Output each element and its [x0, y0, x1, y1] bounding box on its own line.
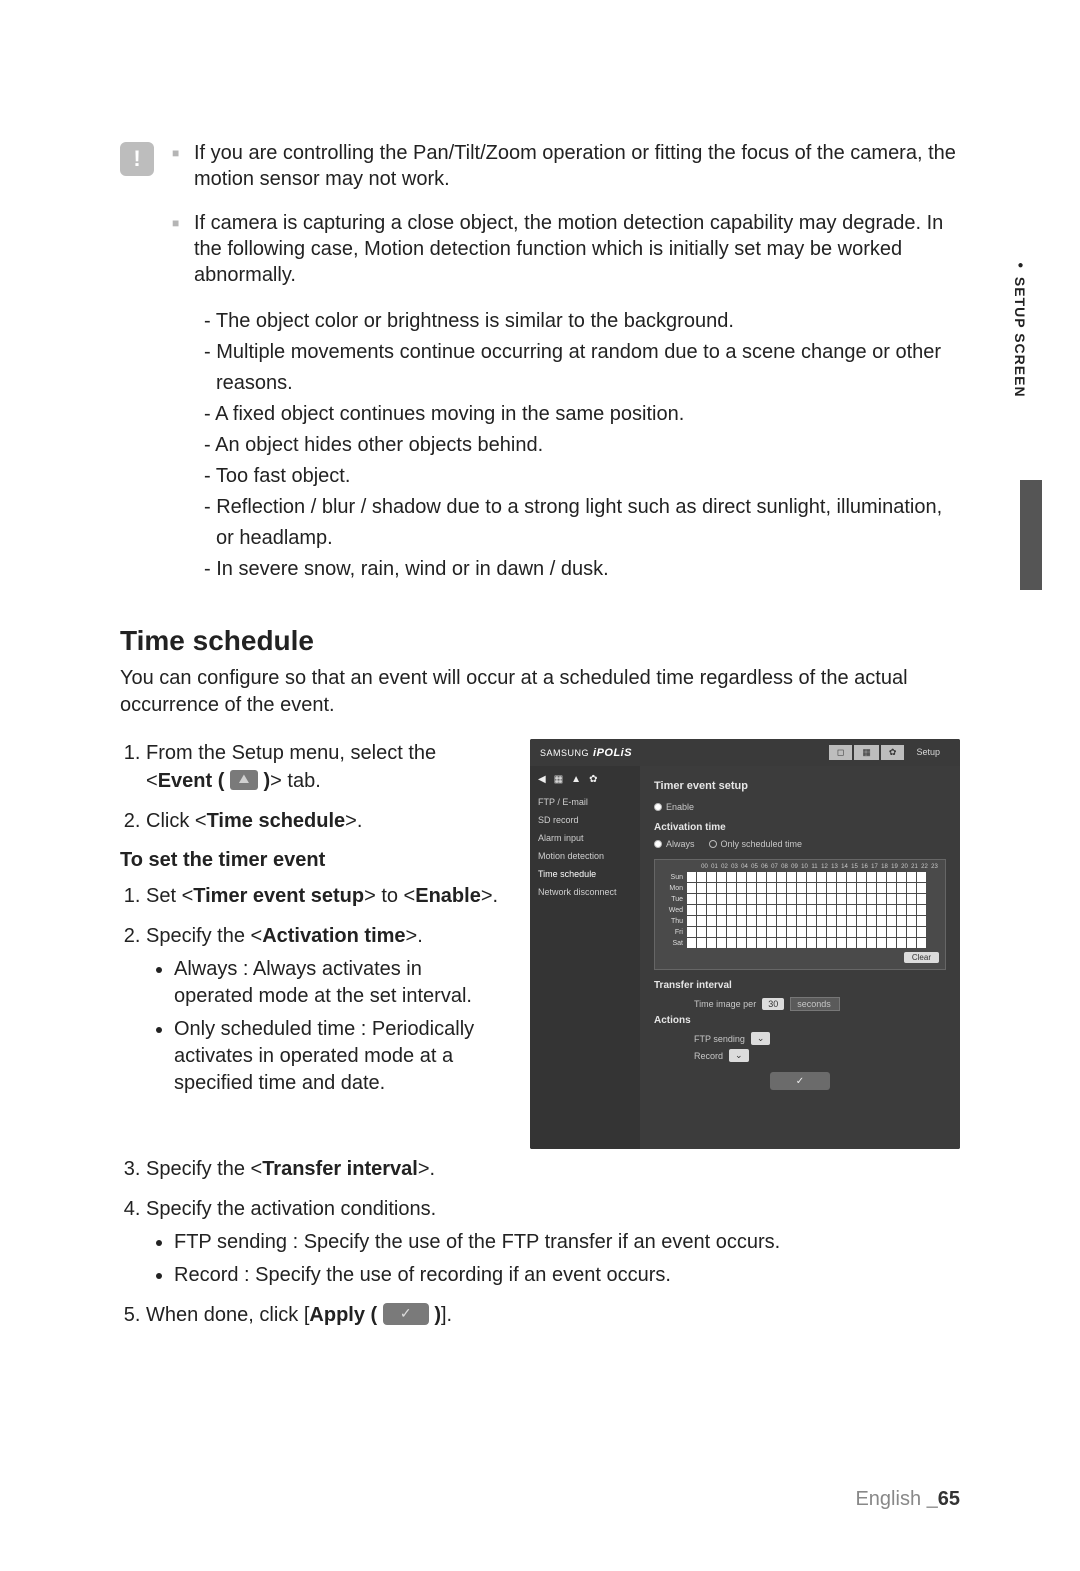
- side-tab-bullet: ●: [1015, 260, 1026, 272]
- caution-icon: !: [120, 142, 154, 176]
- note-block: ! ■ If you are controlling the Pan/Tilt/…: [120, 140, 960, 585]
- bullet: Always : Always activates in operated mo…: [174, 956, 500, 1010]
- shot-h1: Timer event setup: [654, 780, 946, 792]
- shot-header: SAMSUNGiPOLiS ◻ ▦ ✿ Setup: [530, 739, 960, 766]
- transfer-value[interactable]: 30: [762, 998, 784, 1010]
- timer-step-2: Specify the <Activation time>. Always : …: [146, 922, 500, 1097]
- bullet: Record : Specify the use of recording if…: [174, 1262, 960, 1289]
- timer-step-4: Specify the activation conditions. FTP s…: [146, 1195, 960, 1289]
- shot-top-tabs: ◻ ▦ ✿ Setup: [829, 745, 950, 760]
- event-tab-icon: [230, 770, 258, 790]
- transfer-row: Time image per 30 seconds: [694, 997, 946, 1011]
- settings-screenshot: SAMSUNGiPOLiS ◻ ▦ ✿ Setup ◀▦▲✿ FTP / E-m…: [530, 739, 960, 1149]
- sidebar-item[interactable]: Alarm input: [538, 833, 632, 843]
- note-item: ■ If camera is capturing a close object,…: [172, 210, 960, 288]
- bullet: FTP sending : Specify the use of the FTP…: [174, 1229, 960, 1256]
- record-select[interactable]: ⌄: [729, 1049, 749, 1062]
- apply-icon: [383, 1303, 429, 1325]
- side-thumb: [1020, 480, 1042, 590]
- sidebar-item[interactable]: FTP / E-mail: [538, 797, 632, 807]
- schedule-grid[interactable]: 0001020304050607080910111213141516171819…: [654, 859, 946, 970]
- step-1: From the Setup menu, select the <Event (…: [146, 739, 500, 795]
- timer-step-3: Specify the <Transfer interval>.: [146, 1155, 960, 1183]
- section-title: Time schedule: [120, 625, 960, 657]
- ftp-select[interactable]: ⌄: [751, 1032, 771, 1045]
- transfer-unit[interactable]: seconds: [790, 997, 840, 1011]
- note-text: If camera is capturing a close object, t…: [194, 210, 960, 288]
- note-text: If you are controlling the Pan/Tilt/Zoom…: [194, 140, 960, 192]
- note-subitem: Multiple movements continue occurring at…: [204, 337, 960, 399]
- side-tab-text: SETUP SCREEN: [1012, 277, 1028, 398]
- sidebar-item[interactable]: Motion detection: [538, 851, 632, 861]
- note-item: ■ If you are controlling the Pan/Tilt/Zo…: [172, 140, 960, 192]
- radio-icon[interactable]: [709, 840, 717, 848]
- sidebar-item[interactable]: Network disconnect: [538, 887, 632, 897]
- shot-sidebar: ◀▦▲✿ FTP / E-mail SD record Alarm input …: [530, 766, 640, 1149]
- gear-icon[interactable]: ✿: [881, 745, 905, 760]
- timer-steps: Set <Timer event setup> to <Enable>. Spe…: [120, 882, 500, 1097]
- enable-row: Enable: [654, 802, 946, 812]
- monitor-icon[interactable]: ◻: [829, 745, 852, 760]
- apply-button[interactable]: ✓: [770, 1072, 830, 1090]
- timer-heading: To set the timer event: [120, 849, 500, 872]
- radio-icon[interactable]: [654, 840, 662, 848]
- square-bullet-icon: ■: [172, 216, 182, 288]
- play-icon[interactable]: ▦: [854, 745, 879, 760]
- grid-hours: 0001020304050607080910111213141516171819…: [661, 864, 939, 870]
- ftp-row: FTP sending ⌄: [694, 1032, 946, 1045]
- sidebar-iconrow: ◀▦▲✿: [538, 774, 632, 785]
- nav-steps: From the Setup menu, select the <Event (…: [120, 739, 500, 835]
- note-subitem: Reflection / blur / shadow due to a stro…: [204, 492, 960, 554]
- section-intro: You can configure so that an event will …: [120, 665, 960, 719]
- note-sublist: The object color or brightness is simila…: [204, 306, 960, 585]
- note-subitem: The object color or brightness is simila…: [204, 306, 960, 337]
- shot-sec-activation: Activation time: [654, 822, 946, 833]
- timer-steps-cont: Specify the <Transfer interval>. Specify…: [120, 1155, 960, 1329]
- clear-button[interactable]: Clear: [904, 952, 939, 963]
- sidebar-item-selected[interactable]: Time schedule: [538, 869, 632, 879]
- sidebar-item[interactable]: SD record: [538, 815, 632, 825]
- timer-step-1: Set <Timer event setup> to <Enable>.: [146, 882, 500, 910]
- square-bullet-icon: ■: [172, 146, 182, 192]
- note-subitem: A fixed object continues moving in the s…: [204, 399, 960, 430]
- note-subitem: An object hides other objects behind.: [204, 430, 960, 461]
- timer-step-5: When done, click [Apply ( )].: [146, 1301, 960, 1329]
- radio-icon[interactable]: [654, 803, 662, 811]
- setup-tab[interactable]: Setup: [906, 745, 950, 760]
- side-tab: ● SETUP SCREEN: [1012, 260, 1028, 398]
- note-subitem: Too fast object.: [204, 461, 960, 492]
- note-subitem: In severe snow, rain, wind or in dawn / …: [204, 554, 960, 585]
- bullet: Only scheduled time : Periodically activ…: [174, 1016, 500, 1097]
- record-row: Record ⌄: [694, 1049, 946, 1062]
- shot-sec-actions: Actions: [654, 1015, 946, 1026]
- activation-radios: Always Only scheduled time: [654, 839, 946, 849]
- shot-sec-transfer: Transfer interval: [654, 980, 946, 991]
- shot-main: Timer event setup Enable Activation time…: [640, 766, 960, 1149]
- page-footer: English _65: [855, 1488, 960, 1511]
- step-2: Click <Time schedule>.: [146, 807, 500, 835]
- shot-logo: SAMSUNGiPOLiS: [540, 747, 632, 759]
